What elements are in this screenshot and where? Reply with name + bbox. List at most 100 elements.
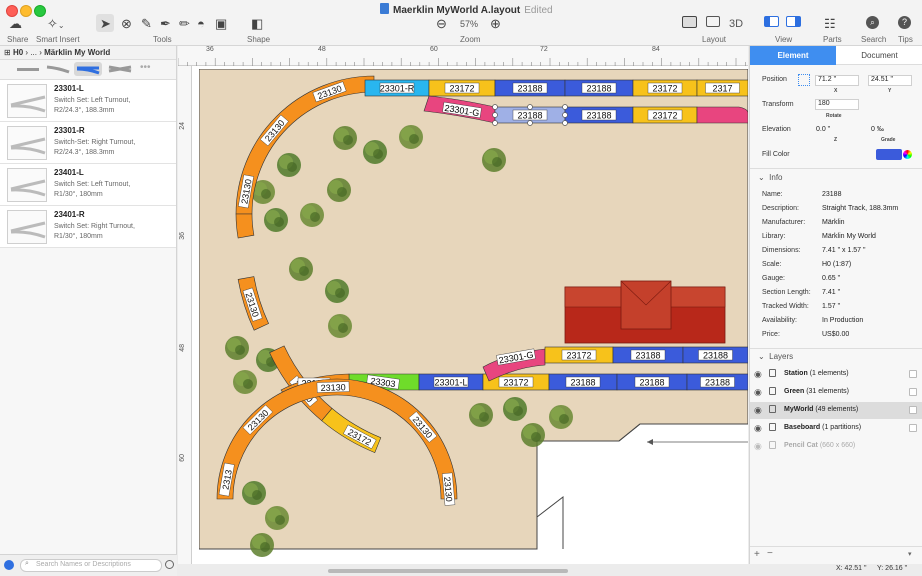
layers-section-header[interactable]: ⌄ Layers [758, 352, 793, 361]
remove-layer-icon[interactable]: − [767, 548, 773, 559]
shape-button[interactable]: ◧ [251, 16, 263, 32]
zoom-window-button[interactable] [34, 5, 46, 17]
share-button[interactable]: ☁ [9, 16, 22, 32]
position-y-input[interactable]: 24.51 " [868, 75, 912, 86]
library-part-item[interactable]: 23301-L Switch Set: Left Turnout, R2/24.3°… [0, 80, 176, 122]
info-section-header[interactable]: ⌄ Info [758, 173, 783, 182]
straight-track-tab[interactable] [16, 64, 40, 74]
layer-row[interactable]: ◉ MyWorld (49 elements) [750, 402, 922, 419]
track-piece[interactable]: 23188 [548, 373, 618, 391]
zoom-in-button[interactable]: ⊕ [490, 16, 501, 32]
track-piece[interactable]: 23172 [428, 79, 496, 97]
curve-end-piece[interactable] [696, 106, 748, 124]
track-piece[interactable]: 23188 [612, 346, 684, 364]
lock-icon[interactable] [769, 423, 776, 431]
layout-2d-button[interactable] [682, 16, 697, 31]
breadcrumb-current[interactable]: Märklin My World [44, 48, 110, 57]
filter-icon[interactable] [4, 560, 14, 570]
visibility-eye-icon[interactable]: ◉ [754, 423, 762, 434]
track-piece[interactable]: 23188 [616, 373, 688, 391]
layout-canvas[interactable]: 36 48 60 72 84 24 36 48 60 72 231302313 [178, 46, 748, 564]
tree[interactable] [327, 178, 351, 202]
search-button[interactable]: ⌕ [866, 16, 879, 29]
baseboard[interactable]: 23130231302313023130231302317223301-R231… [199, 69, 748, 564]
tab-element[interactable]: Element [750, 46, 836, 65]
layer-select-checkbox[interactable] [909, 370, 917, 378]
track-piece[interactable]: 23301-L [418, 373, 484, 391]
tips-button[interactable]: ? [898, 16, 911, 29]
parts-button[interactable]: ☷ [824, 16, 836, 32]
selection-handle[interactable] [527, 120, 533, 126]
horizontal-scrollbar[interactable] [328, 569, 568, 573]
anchor-icon[interactable] [798, 74, 810, 86]
tree[interactable] [242, 481, 266, 505]
switch-track-tab[interactable] [74, 62, 102, 76]
lock-icon[interactable] [769, 387, 776, 395]
delete-tool-icon[interactable]: ⊗ [121, 16, 132, 32]
smart-insert-button[interactable]: ✧⌄ [47, 16, 65, 32]
track-piece[interactable]: 23188 [686, 373, 748, 391]
layer-select-checkbox[interactable] [909, 406, 917, 414]
breadcrumb-root[interactable]: H0 [13, 48, 23, 57]
tree[interactable] [264, 208, 288, 232]
tree[interactable] [225, 336, 249, 360]
tree[interactable] [233, 370, 257, 394]
track-piece[interactable]: 23188 [682, 346, 748, 364]
rotate-input[interactable]: 180 [815, 99, 859, 110]
station-tool-icon[interactable]: ▣ [215, 16, 227, 32]
tree[interactable] [363, 140, 387, 164]
tree[interactable] [265, 506, 289, 530]
tree[interactable] [521, 423, 545, 447]
selection-handle[interactable] [492, 112, 498, 118]
visibility-eye-icon[interactable]: ◉ [754, 405, 762, 416]
tree[interactable] [333, 126, 357, 150]
selection-handle[interactable] [562, 112, 568, 118]
tree[interactable] [325, 279, 349, 303]
track-piece[interactable]: 23188 [494, 79, 566, 97]
library-search-input[interactable]: ⌕ Search Names or Descriptions [20, 559, 162, 572]
track-piece[interactable]: 23172 [632, 106, 698, 124]
layer-row[interactable]: ◉ Baseboard (1 partitions) [750, 420, 922, 437]
track-piece[interactable]: 2317 [696, 79, 748, 97]
crossing-track-tab[interactable] [108, 64, 132, 74]
clear-search-icon[interactable] [165, 560, 174, 569]
lock-icon[interactable] [769, 441, 776, 449]
tree[interactable] [289, 257, 313, 281]
tree[interactable] [503, 397, 527, 421]
track-piece[interactable]: 23301-R [364, 79, 430, 97]
layer-select-checkbox[interactable] [909, 388, 917, 396]
selection-handle[interactable] [562, 104, 568, 110]
toggle-right-sidebar-button[interactable] [786, 16, 801, 30]
elevation-z-value[interactable]: 0.0 " [816, 126, 830, 133]
tree[interactable] [300, 203, 324, 227]
track-piece[interactable]: 23172 [544, 346, 614, 364]
color-wheel-icon[interactable] [903, 150, 912, 159]
tunnel-tool-icon[interactable]: ◓ [197, 16, 205, 32]
more-tracks-icon[interactable]: ••• [140, 62, 164, 73]
tree[interactable] [399, 125, 423, 149]
tree[interactable] [549, 405, 573, 429]
toggle-left-sidebar-button[interactable] [764, 16, 779, 30]
pen-tool-icon[interactable]: ✒ [160, 16, 171, 32]
zoom-out-button[interactable]: ⊖ [436, 16, 447, 32]
add-layer-icon[interactable]: + [754, 549, 760, 560]
tree[interactable] [277, 153, 301, 177]
tree[interactable] [250, 533, 274, 557]
layer-row[interactable]: ◉ Pencil Cat (660 x 660) [750, 438, 922, 455]
library-part-item[interactable]: 23401-R Switch Set: Right Turnout, R1/30°,… [0, 206, 176, 248]
view-3d-button[interactable]: 3D [729, 18, 743, 30]
flex-track-tool-icon[interactable]: ✎ [141, 16, 152, 32]
tree[interactable] [482, 148, 506, 172]
fill-color-well[interactable] [876, 149, 902, 160]
lock-icon[interactable] [769, 405, 776, 413]
pencil-tool-icon[interactable]: ✏ [179, 16, 190, 32]
position-x-input[interactable]: 71.2 " [815, 75, 859, 86]
station-building[interactable] [564, 280, 726, 344]
selection-handle[interactable] [562, 120, 568, 126]
tree[interactable] [328, 314, 352, 338]
curved-track-piece[interactable] [235, 213, 255, 239]
curved-track-tab[interactable] [46, 64, 70, 74]
breadcrumb-mid[interactable]: ... [30, 48, 37, 57]
library-part-item[interactable]: 23301-R Switch-Set: Right Turnout, R2/24.3… [0, 122, 176, 164]
visibility-eye-icon[interactable]: ◉ [754, 387, 762, 398]
